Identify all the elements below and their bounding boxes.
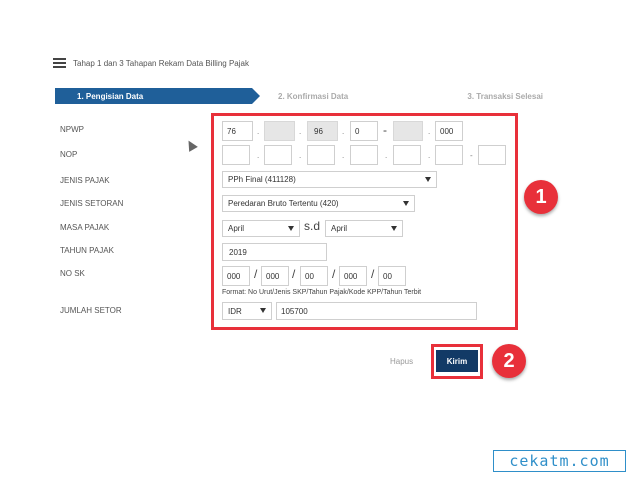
- label-jenis-pajak: JENIS PAJAK: [60, 176, 110, 185]
- step-transaksi-selesai: 3. Transaksi Selesai: [467, 91, 543, 101]
- form-highlight-box: [211, 113, 518, 330]
- label-npwp: NPWP: [60, 125, 84, 134]
- form-labels: NPWP NOP JENIS PAJAK JENIS SETORAN MASA …: [60, 0, 200, 480]
- step-marker-1: 1: [524, 180, 558, 214]
- label-jumlah-setor: JUMLAH SETOR: [60, 306, 122, 315]
- step-konfirmasi-data: 2. Konfirmasi Data: [278, 91, 349, 101]
- watermark-label: cekatm.com: [493, 450, 626, 472]
- label-masa-pajak: MASA PAJAK: [60, 223, 110, 232]
- reset-button[interactable]: Hapus: [390, 357, 413, 366]
- step-marker-2: 2: [492, 344, 526, 378]
- label-nop: NOP: [60, 150, 78, 159]
- label-tahun-pajak: TAHUN PAJAK: [60, 246, 114, 255]
- submit-highlight-box: [431, 344, 483, 379]
- label-no-sk: NO SK: [60, 269, 85, 278]
- label-jenis-setoran: JENIS SETORAN: [60, 199, 124, 208]
